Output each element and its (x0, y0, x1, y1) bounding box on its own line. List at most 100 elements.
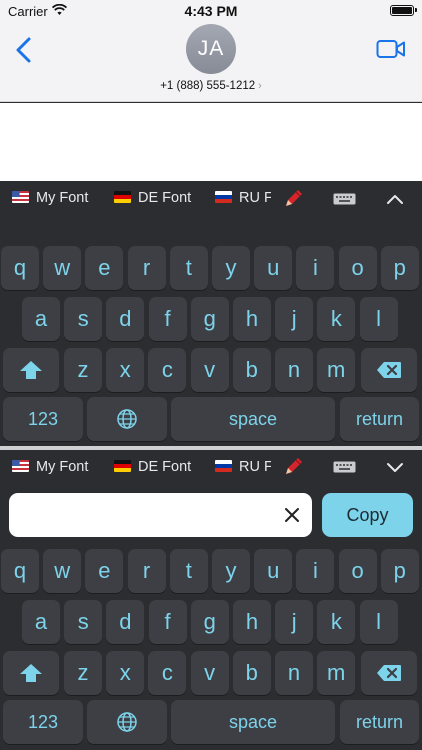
font-tab-label: RU Font (239, 190, 271, 206)
delete-key[interactable] (361, 348, 417, 392)
key-s[interactable]: s (64, 297, 103, 341)
chevron-up-icon[interactable] (386, 193, 404, 205)
globe-key[interactable] (87, 397, 167, 441)
video-call-icon[interactable] (376, 38, 406, 60)
space-key[interactable]: space (171, 700, 335, 744)
delete-key[interactable] (361, 651, 417, 695)
shift-key[interactable] (3, 348, 59, 392)
key-q[interactable]: q (1, 549, 39, 593)
key-e[interactable]: e (85, 246, 124, 290)
keyboard-icon[interactable] (333, 193, 356, 205)
key-a[interactable]: a (22, 600, 60, 644)
key-h[interactable]: h (233, 297, 271, 341)
font-toolbar: My Font DE Font RU Font (0, 450, 422, 486)
key-a[interactable]: a (22, 297, 60, 341)
globe-icon (117, 409, 137, 429)
pen-icon[interactable] (282, 456, 304, 478)
key-n[interactable]: n (275, 651, 313, 695)
key-z[interactable]: z (64, 651, 102, 695)
font-tab-de-font[interactable]: DE Font (114, 459, 191, 475)
contact-avatar[interactable]: JA (186, 24, 236, 74)
key-i[interactable]: i (296, 246, 335, 290)
copy-button[interactable]: Copy (322, 493, 413, 537)
globe-key[interactable] (87, 700, 167, 744)
chevron-down-icon[interactable] (386, 461, 404, 473)
key-r[interactable]: r (127, 549, 166, 593)
custom-keyboard-top: My Font DE Font RU Font qwertyuiop asdfgh… (0, 181, 422, 447)
space-key[interactable]: space (171, 397, 335, 441)
return-key[interactable]: return (340, 700, 419, 744)
key-x[interactable]: x (106, 651, 145, 695)
font-tab-ru-font[interactable]: RU Font (215, 459, 271, 475)
key-h[interactable]: h (233, 600, 271, 644)
key-o[interactable]: o (338, 246, 377, 290)
pen-icon[interactable] (282, 188, 304, 210)
key-g[interactable]: g (190, 297, 229, 341)
font-tab-my-font[interactable]: My Font (12, 459, 88, 475)
key-t[interactable]: t (169, 549, 208, 593)
key-l[interactable]: l (359, 297, 398, 341)
key-y[interactable]: y (212, 246, 250, 290)
key-x[interactable]: x (106, 348, 145, 392)
key-e[interactable]: e (85, 549, 124, 593)
key-t[interactable]: t (169, 246, 208, 290)
font-tab-ru-font[interactable]: RU Font (215, 190, 271, 206)
key-b[interactable]: b (232, 651, 271, 695)
key-y[interactable]: y (212, 549, 250, 593)
font-tab-my-font[interactable]: My Font (12, 190, 88, 206)
chevron-right-icon: › (258, 80, 262, 92)
keyboard-icon[interactable] (333, 461, 356, 473)
font-tab-label: RU Font (239, 459, 271, 475)
key-n[interactable]: n (275, 348, 313, 392)
key-l[interactable]: l (359, 600, 398, 644)
key-d[interactable]: d (106, 297, 145, 341)
key-i[interactable]: i (296, 549, 335, 593)
font-tab-label: My Font (36, 190, 89, 206)
key-o[interactable]: o (338, 549, 377, 593)
numbers-key[interactable]: 123 (3, 700, 83, 744)
font-tab-label: My Font (36, 459, 89, 475)
numbers-key[interactable]: 123 (3, 397, 83, 441)
key-m[interactable]: m (317, 651, 356, 695)
ru-flag-icon (215, 191, 232, 203)
font-tab-de-font[interactable]: DE Font (114, 190, 191, 206)
shift-icon (20, 664, 42, 682)
us-flag-icon (12, 191, 29, 203)
key-z[interactable]: z (64, 348, 102, 392)
key-u[interactable]: u (254, 246, 293, 290)
key-w[interactable]: w (43, 246, 82, 290)
key-u[interactable]: u (254, 549, 293, 593)
contact-phone[interactable]: +1 (888) 555-1212 › (0, 80, 422, 92)
key-p[interactable]: p (380, 246, 419, 290)
key-k[interactable]: k (317, 297, 356, 341)
key-d[interactable]: d (106, 600, 145, 644)
key-q[interactable]: q (1, 246, 39, 290)
key-g[interactable]: g (190, 600, 229, 644)
clear-icon[interactable] (282, 505, 302, 525)
shift-key[interactable] (3, 651, 59, 695)
font-text-input[interactable] (19, 501, 279, 529)
key-v[interactable]: v (190, 348, 229, 392)
back-chevron-icon[interactable] (12, 36, 36, 64)
key-b[interactable]: b (232, 348, 271, 392)
key-c[interactable]: c (148, 651, 187, 695)
return-key[interactable]: return (340, 397, 419, 441)
key-w[interactable]: w (43, 549, 82, 593)
key-m[interactable]: m (317, 348, 356, 392)
font-tab-label: DE Font (138, 190, 192, 206)
message-thread-area (0, 103, 422, 181)
key-p[interactable]: p (380, 549, 419, 593)
key-v[interactable]: v (190, 651, 229, 695)
key-r[interactable]: r (127, 246, 166, 290)
text-input-box (9, 493, 312, 537)
contact-phone-number: +1 (888) 555-1212 (160, 80, 256, 92)
key-j[interactable]: j (275, 297, 314, 341)
key-k[interactable]: k (317, 600, 356, 644)
key-f[interactable]: f (148, 600, 187, 644)
key-s[interactable]: s (64, 600, 103, 644)
custom-keyboard-bottom: My Font DE Font RU Font Copy qwertyuiop a… (0, 450, 422, 750)
key-f[interactable]: f (148, 297, 187, 341)
message-header: Carrier 4:43 PM JA +1 (888) 555-1212 › (0, 0, 422, 102)
key-c[interactable]: c (148, 348, 187, 392)
key-j[interactable]: j (275, 600, 314, 644)
